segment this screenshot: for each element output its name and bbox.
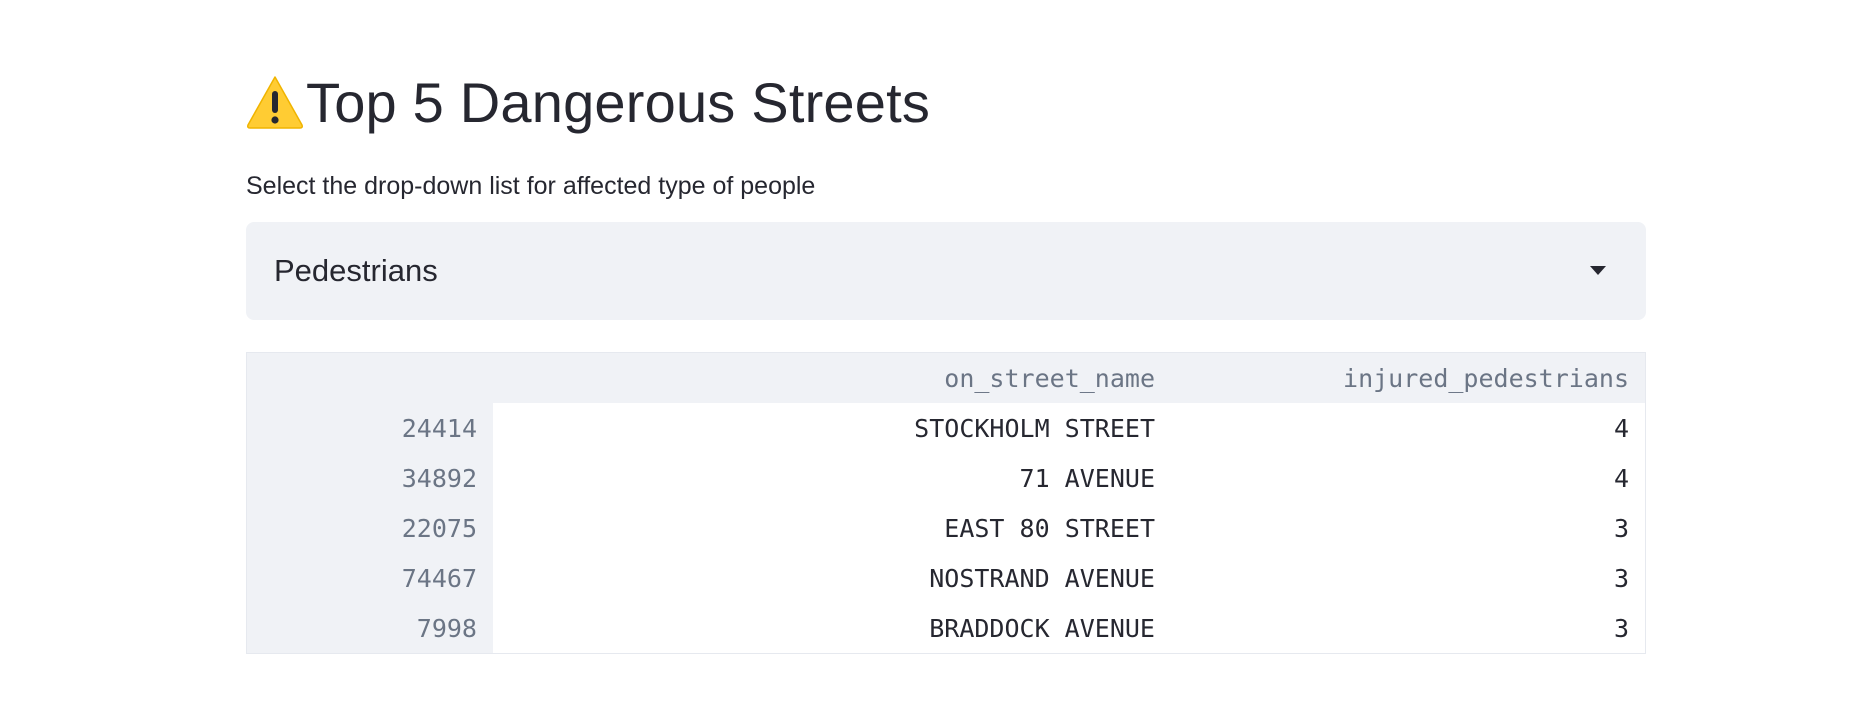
row-index: 22075: [247, 503, 493, 553]
cell-on-street-name[interactable]: 71 AVENUE: [493, 453, 1171, 503]
cell-injured-pedestrians[interactable]: 4: [1171, 453, 1645, 503]
row-index: 7998: [247, 603, 493, 653]
warning-emoji-icon: [246, 74, 304, 130]
table-header-row: on_street_name injured_pedestrians: [247, 353, 1645, 403]
dataframe-table[interactable]: on_street_name injured_pedestrians 24414…: [246, 352, 1646, 654]
cell-on-street-name[interactable]: STOCKHOLM STREET: [493, 403, 1171, 453]
app-page: Top 5 Dangerous Streets Select the drop-…: [0, 0, 1876, 714]
cell-on-street-name[interactable]: BRADDOCK AVENUE: [493, 603, 1171, 653]
cell-injured-pedestrians[interactable]: 3: [1171, 503, 1645, 553]
page-title: Top 5 Dangerous Streets: [246, 66, 930, 138]
cell-on-street-name[interactable]: NOSTRAND AVENUE: [493, 553, 1171, 603]
data-table: on_street_name injured_pedestrians 24414…: [247, 353, 1645, 653]
select-label: Select the drop-down list for affected t…: [246, 172, 816, 200]
caret-down-icon[interactable]: [1590, 266, 1606, 275]
table-row: 22075 EAST 80 STREET 3: [247, 503, 1645, 553]
table-row: 74467 NOSTRAND AVENUE 3: [247, 553, 1645, 603]
affected-type-select[interactable]: Pedestrians: [246, 222, 1646, 320]
cell-on-street-name[interactable]: EAST 80 STREET: [493, 503, 1171, 553]
row-index: 34892: [247, 453, 493, 503]
select-selected-value: Pedestrians: [274, 253, 438, 288]
table-row: 7998 BRADDOCK AVENUE 3: [247, 603, 1645, 653]
row-index: 24414: [247, 403, 493, 453]
table-row: 24414 STOCKHOLM STREET 4: [247, 403, 1645, 453]
column-header-on-street-name[interactable]: on_street_name: [493, 353, 1171, 403]
page-title-text: Top 5 Dangerous Streets: [306, 70, 931, 134]
cell-injured-pedestrians[interactable]: 3: [1171, 553, 1645, 603]
column-header-injured-pedestrians[interactable]: injured_pedestrians: [1171, 353, 1645, 403]
cell-injured-pedestrians[interactable]: 4: [1171, 403, 1645, 453]
index-column-header[interactable]: [247, 353, 493, 403]
cell-injured-pedestrians[interactable]: 3: [1171, 603, 1645, 653]
table-row: 34892 71 AVENUE 4: [247, 453, 1645, 503]
row-index: 74467: [247, 553, 493, 603]
